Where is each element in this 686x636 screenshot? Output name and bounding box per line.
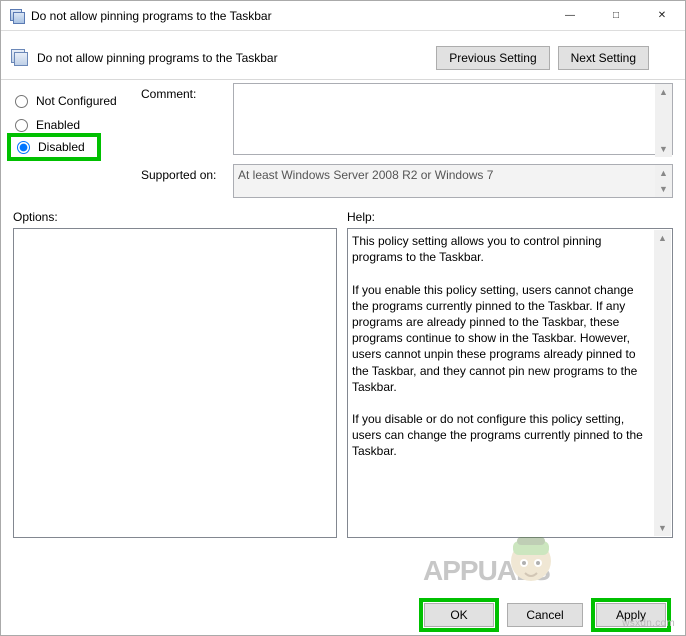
highlight-ok: OK (419, 598, 499, 632)
next-setting-button[interactable]: Next Setting (558, 46, 649, 70)
highlight-disabled: Disabled (7, 133, 101, 161)
close-button[interactable]: ✕ (639, 1, 685, 30)
supported-box-wrap: At least Windows Server 2008 R2 or Windo… (233, 164, 673, 198)
cancel-button[interactable]: Cancel (507, 603, 583, 627)
help-box: This policy setting allows you to contro… (347, 228, 673, 538)
ok-button[interactable]: OK (424, 603, 494, 627)
supported-label: Supported on: (141, 164, 233, 198)
nav-buttons: Previous Setting Next Setting (436, 46, 675, 70)
comment-box: ▲▼ (233, 83, 673, 158)
configuration-row: Not Configured Enabled Disabled Comment:… (13, 83, 673, 204)
window-title: Do not allow pinning programs to the Tas… (31, 9, 547, 23)
policy-title: Do not allow pinning programs to the Tas… (37, 51, 436, 65)
comment-label: Comment: (141, 83, 233, 158)
options-column: Options: (13, 210, 337, 538)
radio-disabled[interactable]: Disabled (15, 140, 85, 154)
window-controls: — □ ✕ (547, 1, 685, 30)
scrollbar[interactable]: ▲▼ (654, 230, 671, 536)
sub-header: Do not allow pinning programs to the Tas… (1, 31, 685, 77)
radio-enabled-input[interactable] (15, 119, 28, 132)
help-label: Help: (347, 210, 673, 224)
site-watermark: wsxdn.com (622, 618, 675, 629)
radio-disabled-label: Disabled (38, 140, 85, 154)
footer: OK Cancel Apply (1, 595, 685, 635)
window-icon (9, 8, 25, 24)
radio-not-configured[interactable]: Not Configured (13, 89, 141, 113)
minimize-button[interactable]: — (547, 1, 593, 30)
supported-row: Supported on: At least Windows Server 20… (141, 164, 673, 198)
radio-disabled-input[interactable] (17, 141, 30, 154)
radio-not-configured-label: Not Configured (36, 94, 117, 108)
title-bar: Do not allow pinning programs to the Tas… (1, 1, 685, 31)
help-column: Help: This policy setting allows you to … (347, 210, 673, 538)
help-text: This policy setting allows you to contro… (352, 233, 652, 460)
radio-not-configured-input[interactable] (15, 95, 28, 108)
scrollbar[interactable]: ▲▼ (655, 165, 672, 197)
content-area: Not Configured Enabled Disabled Comment:… (1, 77, 685, 595)
scrollbar[interactable]: ▲▼ (655, 84, 672, 157)
policy-icon (11, 49, 29, 67)
options-box (13, 228, 337, 538)
comment-input[interactable] (233, 83, 673, 155)
right-fields: Comment: ▲▼ Supported on: At least Windo… (141, 83, 673, 204)
maximize-button[interactable]: □ (593, 1, 639, 30)
supported-value: At least Windows Server 2008 R2 or Windo… (233, 164, 673, 198)
radio-enabled-label: Enabled (36, 118, 80, 132)
lower-panels: Options: Help: This policy setting allow… (13, 210, 673, 538)
options-label: Options: (13, 210, 337, 224)
state-radio-group: Not Configured Enabled Disabled (13, 83, 141, 204)
previous-setting-button[interactable]: Previous Setting (436, 46, 549, 70)
comment-row: Comment: ▲▼ (141, 83, 673, 158)
